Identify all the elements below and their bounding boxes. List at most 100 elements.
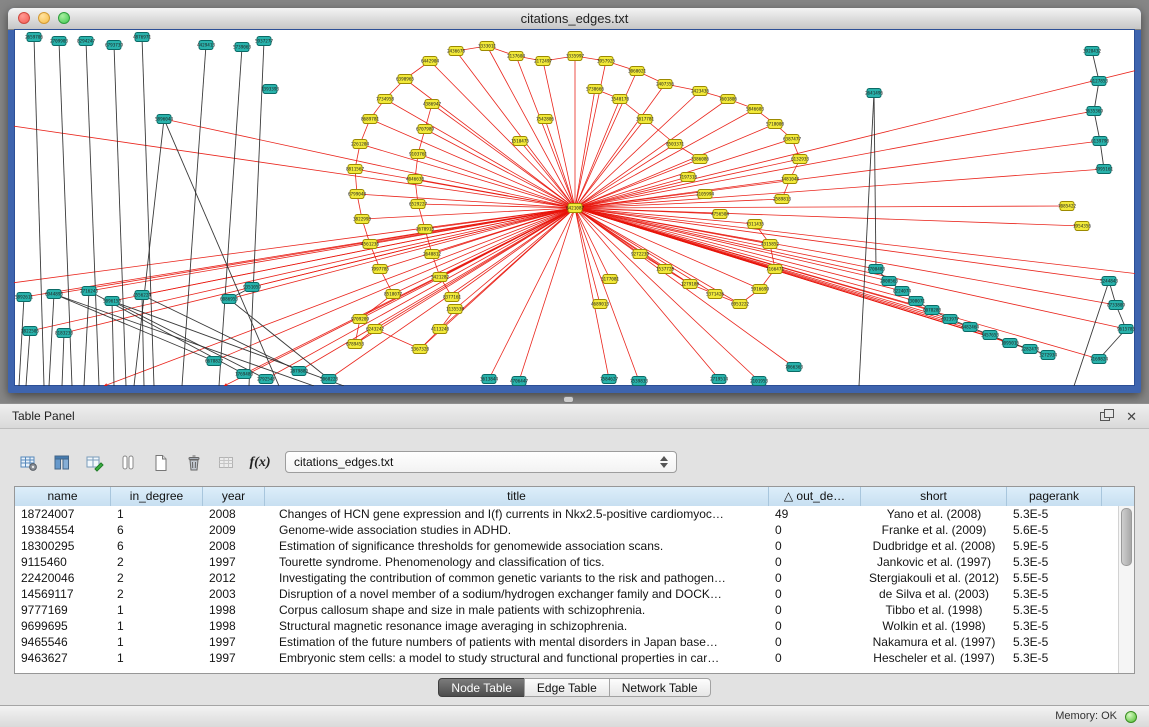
cell-in_degree[interactable]: 2: [111, 570, 203, 586]
cell-name[interactable]: 9463627: [15, 650, 111, 666]
delete-icon[interactable]: [181, 451, 207, 475]
cell-in_degree[interactable]: 6: [111, 522, 203, 538]
cell-title[interactable]: Changes of HCN gene expression and I(f) …: [265, 506, 769, 522]
cell-pagerank[interactable]: 5.5E-5: [1007, 570, 1102, 586]
cell-year[interactable]: 2003: [203, 586, 265, 602]
rows-icon[interactable]: [115, 451, 141, 475]
column-header-short[interactable]: short: [861, 487, 1007, 506]
network-canvas[interactable]: 2659706270990382942476793739487697144294…: [14, 29, 1135, 386]
table-row[interactable]: 969969511998Structural magnetic resonanc…: [15, 618, 1119, 634]
cell-short[interactable]: de Silva et al. (2003): [861, 586, 1007, 602]
cell-name[interactable]: 9465546: [15, 634, 111, 650]
cell-name[interactable]: 14569117: [15, 586, 111, 602]
cell-year[interactable]: 2008: [203, 506, 265, 522]
cell-name[interactable]: 9699695: [15, 618, 111, 634]
cell-in_degree[interactable]: 1: [111, 634, 203, 650]
cell-out_degree[interactable]: 0: [769, 634, 861, 650]
cell-short[interactable]: Dudbridge et al. (2008): [861, 538, 1007, 554]
cell-name[interactable]: 18724007: [15, 506, 111, 522]
cell-title[interactable]: Investigating the contribution of common…: [265, 570, 769, 586]
cell-title[interactable]: Disruption of a novel member of a sodium…: [265, 586, 769, 602]
cell-short[interactable]: Tibbo et al. (1998): [861, 602, 1007, 618]
panel-splitter[interactable]: [0, 393, 1149, 403]
cell-year[interactable]: 2012: [203, 570, 265, 586]
cell-out_degree[interactable]: 0: [769, 586, 861, 602]
cell-title[interactable]: Embryonic stem cells: a model to study s…: [265, 650, 769, 666]
cell-title[interactable]: Estimation of significance thresholds fo…: [265, 538, 769, 554]
cell-in_degree[interactable]: 1: [111, 506, 203, 522]
cell-out_degree[interactable]: 0: [769, 650, 861, 666]
cell-title[interactable]: Estimation of the future numbers of pati…: [265, 634, 769, 650]
cell-short[interactable]: Jankovic et al. (1997): [861, 554, 1007, 570]
cell-name[interactable]: 18300295: [15, 538, 111, 554]
cell-in_degree[interactable]: 1: [111, 650, 203, 666]
cell-year[interactable]: 2008: [203, 538, 265, 554]
cell-short[interactable]: Wolkin et al. (1998): [861, 618, 1007, 634]
close-panel-icon[interactable]: ✕: [1126, 410, 1137, 423]
cell-year[interactable]: 1998: [203, 602, 265, 618]
import-table-icon[interactable]: [214, 451, 240, 475]
cell-name[interactable]: 22420046: [15, 570, 111, 586]
cell-title[interactable]: Corpus callosum shape and size in male p…: [265, 602, 769, 618]
table-row[interactable]: 1938455462009Genome-wide association stu…: [15, 522, 1119, 538]
table-row[interactable]: 911546021997Tourette syndrome. Phenomeno…: [15, 554, 1119, 570]
function-builder-icon[interactable]: f(x): [247, 451, 273, 475]
table-row[interactable]: 2242004622012Investigating the contribut…: [15, 570, 1119, 586]
cell-in_degree[interactable]: 6: [111, 538, 203, 554]
cell-pagerank[interactable]: 5.6E-5: [1007, 522, 1102, 538]
column-header-out_degree[interactable]: △ out_de…: [769, 487, 861, 506]
float-panel-icon[interactable]: [1100, 409, 1114, 423]
cell-out_degree[interactable]: 0: [769, 554, 861, 570]
cell-out_degree[interactable]: 0: [769, 618, 861, 634]
cell-title[interactable]: Genome-wide association studies in ADHD.: [265, 522, 769, 538]
cell-short[interactable]: Hescheler et al. (1997): [861, 650, 1007, 666]
cell-out_degree[interactable]: 0: [769, 570, 861, 586]
scrollbar-thumb[interactable]: [1121, 508, 1132, 566]
cell-pagerank[interactable]: 5.3E-5: [1007, 634, 1102, 650]
cell-name[interactable]: 9115460: [15, 554, 111, 570]
new-file-icon[interactable]: [148, 451, 174, 475]
tab-edge-table[interactable]: Edge Table: [524, 678, 610, 697]
cell-year[interactable]: 1997: [203, 650, 265, 666]
table-row[interactable]: 946362711997Embryonic stem cells: a mode…: [15, 650, 1119, 666]
edit-table-icon[interactable]: [82, 451, 108, 475]
cell-short[interactable]: Franke et al. (2009): [861, 522, 1007, 538]
cell-in_degree[interactable]: 2: [111, 586, 203, 602]
cell-short[interactable]: Stergiakouli et al. (2012): [861, 570, 1007, 586]
cell-pagerank[interactable]: 5.3E-5: [1007, 618, 1102, 634]
column-header-in_degree[interactable]: in_degree: [111, 487, 203, 506]
column-header-pagerank[interactable]: pagerank: [1007, 487, 1102, 506]
cell-pagerank[interactable]: 5.3E-5: [1007, 586, 1102, 602]
tab-node-table[interactable]: Node Table: [438, 678, 525, 697]
cell-title[interactable]: Structural magnetic resonance image aver…: [265, 618, 769, 634]
cell-year[interactable]: 1997: [203, 634, 265, 650]
cell-year[interactable]: 1997: [203, 554, 265, 570]
cell-in_degree[interactable]: 1: [111, 618, 203, 634]
cell-year[interactable]: 1998: [203, 618, 265, 634]
splitter-grip-icon[interactable]: [563, 396, 574, 403]
cell-out_degree[interactable]: 0: [769, 522, 861, 538]
tab-network-table[interactable]: Network Table: [609, 678, 711, 697]
cell-title[interactable]: Tourette syndrome. Phenomenology and cla…: [265, 554, 769, 570]
cell-pagerank[interactable]: 5.9E-5: [1007, 538, 1102, 554]
table-row[interactable]: 1456911722003Disruption of a novel membe…: [15, 586, 1119, 602]
table-row[interactable]: 1872400712008Changes of HCN gene express…: [15, 506, 1119, 522]
cell-pagerank[interactable]: 5.3E-5: [1007, 506, 1102, 522]
cell-out_degree[interactable]: 49: [769, 506, 861, 522]
cell-pagerank[interactable]: 5.3E-5: [1007, 650, 1102, 666]
cell-name[interactable]: 19384554: [15, 522, 111, 538]
table-row[interactable]: 1830029562008Estimation of significance …: [15, 538, 1119, 554]
table-row[interactable]: 977716911998Corpus callosum shape and si…: [15, 602, 1119, 618]
cell-pagerank[interactable]: 5.3E-5: [1007, 602, 1102, 618]
column-header-name[interactable]: name: [15, 487, 111, 506]
column-selector-icon[interactable]: [49, 451, 75, 475]
cell-year[interactable]: 2009: [203, 522, 265, 538]
cell-out_degree[interactable]: 0: [769, 602, 861, 618]
cell-short[interactable]: Nakamura et al. (1997): [861, 634, 1007, 650]
cell-in_degree[interactable]: 1: [111, 602, 203, 618]
network-window-titlebar[interactable]: citations_edges.txt: [8, 8, 1141, 30]
table-options-icon[interactable]: [16, 451, 42, 475]
table-row[interactable]: 946554611997Estimation of the future num…: [15, 634, 1119, 650]
cell-name[interactable]: 9777169: [15, 602, 111, 618]
column-header-title[interactable]: title: [265, 487, 769, 506]
